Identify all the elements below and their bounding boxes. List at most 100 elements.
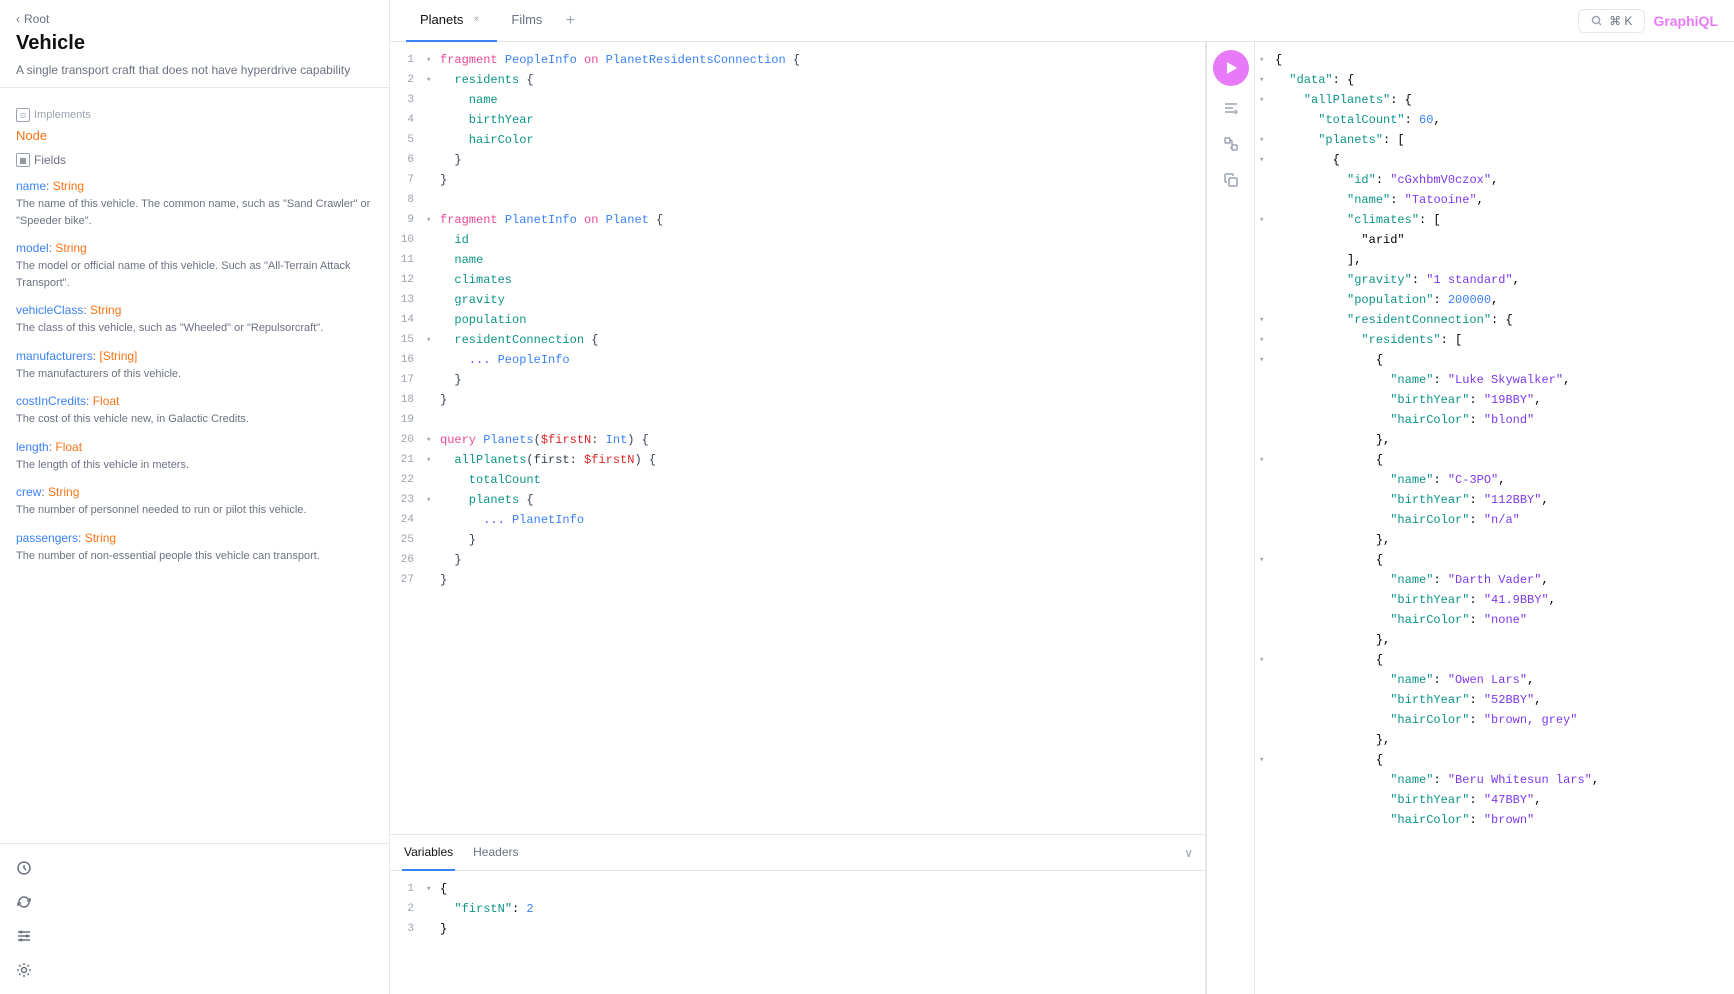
field-type-link[interactable]: String xyxy=(55,241,86,255)
breadcrumb-label: Root xyxy=(24,12,49,26)
result-line: ▾ "residentConnection": { xyxy=(1255,310,1734,330)
result-content: "hairColor": "brown, grey" xyxy=(1275,710,1730,730)
variables-panel: Variables Headers ∨ 1▾{2 "firstN": 23 } xyxy=(390,834,1205,994)
line-toggle[interactable]: ▾ xyxy=(426,450,440,470)
field-type-link[interactable]: Float xyxy=(93,394,120,408)
history-button[interactable] xyxy=(8,852,40,884)
breadcrumb[interactable]: ‹ Root xyxy=(16,12,373,26)
tab-films[interactable]: Films xyxy=(497,0,556,42)
field-type-link[interactable]: [String] xyxy=(99,349,137,363)
variables-content[interactable]: 1▾{2 "firstN": 23 } xyxy=(390,871,1205,994)
result-panel: ▾{▾ "data": {▾ "allPlanets": { "totalCou… xyxy=(1254,42,1734,994)
result-content: "population": 200000, xyxy=(1275,290,1730,310)
sidebar-bottom xyxy=(0,843,389,994)
result-content: { xyxy=(1275,350,1730,370)
result-line: "birthYear": "47BBY", xyxy=(1255,790,1734,810)
field-type-link[interactable]: Float xyxy=(55,440,82,454)
line-content: } xyxy=(440,390,1205,410)
field-type-link[interactable]: String xyxy=(48,485,79,499)
result-toggle[interactable]: ▾ xyxy=(1259,550,1275,570)
field-desc-length: The length of this vehicle in meters. xyxy=(16,457,373,474)
field-type-link[interactable]: String xyxy=(85,531,116,545)
tab-headers[interactable]: Headers xyxy=(471,835,520,871)
tab-variables[interactable]: Variables xyxy=(402,835,455,871)
line-toggle[interactable]: ▾ xyxy=(426,430,440,450)
line-content: } xyxy=(440,370,1205,390)
topbar: Planets × Films + ⌘ K GraphiQL xyxy=(390,0,1734,42)
result-toggle[interactable]: ▾ xyxy=(1259,750,1275,770)
line-number: 26 xyxy=(390,550,426,570)
result-line: "arid" xyxy=(1255,230,1734,250)
search-button[interactable]: ⌘ K xyxy=(1578,9,1645,33)
result-toggle[interactable]: ▾ xyxy=(1259,70,1275,90)
field-name-link[interactable]: costInCredits xyxy=(16,394,86,408)
line-content: name xyxy=(440,90,1205,110)
search-shortcut: ⌘ K xyxy=(1609,14,1632,28)
result-line: ▾{ xyxy=(1255,50,1734,70)
plugins-button[interactable] xyxy=(8,920,40,952)
result-content: "name": "Luke Skywalker", xyxy=(1275,370,1730,390)
line-toggle[interactable]: ▾ xyxy=(426,330,440,350)
line-content: fragment PeopleInfo on PlanetResidentsCo… xyxy=(440,50,1205,70)
line-toggle[interactable]: ▾ xyxy=(426,70,440,90)
line-content: climates xyxy=(440,270,1205,290)
page-description: A single transport craft that does not h… xyxy=(16,61,373,79)
result-toggle[interactable]: ▾ xyxy=(1259,210,1275,230)
result-content: "id": "cGxhbmV0czox", xyxy=(1275,170,1730,190)
field-name-link[interactable]: crew xyxy=(16,485,41,499)
result-line: "hairColor": "n/a" xyxy=(1255,510,1734,530)
page-title: Vehicle xyxy=(16,32,373,55)
field-type-link[interactable]: String xyxy=(90,303,121,317)
field-item-model: model: StringThe model or official name … xyxy=(16,241,373,291)
result-content: { xyxy=(1275,50,1730,70)
field-name-link[interactable]: model xyxy=(16,241,49,255)
tab-planets[interactable]: Planets × xyxy=(406,0,497,42)
merge-button[interactable] xyxy=(1217,130,1245,158)
fields-list: name: StringThe name of this vehicle. Th… xyxy=(16,179,373,564)
field-name-link[interactable]: vehicleClass xyxy=(16,303,83,317)
result-toggle[interactable]: ▾ xyxy=(1259,150,1275,170)
prettify-button[interactable] xyxy=(1217,94,1245,122)
field-name-link[interactable]: name xyxy=(16,179,46,193)
result-toggle[interactable]: ▾ xyxy=(1259,130,1275,150)
code-line: 22 totalCount xyxy=(390,470,1205,490)
line-toggle[interactable]: ▾ xyxy=(426,210,440,230)
line-toggle[interactable]: ▾ xyxy=(426,50,440,70)
result-toggle[interactable]: ▾ xyxy=(1259,650,1275,670)
result-toggle[interactable]: ▾ xyxy=(1259,450,1275,470)
settings-button[interactable] xyxy=(8,954,40,986)
refresh-button[interactable] xyxy=(8,886,40,918)
result-line: "birthYear": "112BBY", xyxy=(1255,490,1734,510)
line-number: 22 xyxy=(390,470,426,490)
field-name-link[interactable]: passengers xyxy=(16,531,78,545)
result-content: "planets": [ xyxy=(1275,130,1730,150)
result-toggle[interactable]: ▾ xyxy=(1259,330,1275,350)
line-content: gravity xyxy=(440,290,1205,310)
line-number: 5 xyxy=(390,130,426,150)
tab-add-button[interactable]: + xyxy=(556,7,584,35)
tab-planets-close[interactable]: × xyxy=(469,13,483,27)
variables-chevron[interactable]: ∨ xyxy=(1184,846,1193,860)
result-toggle[interactable]: ▾ xyxy=(1259,350,1275,370)
result-toggle[interactable]: ▾ xyxy=(1259,310,1275,330)
run-button[interactable] xyxy=(1213,50,1249,86)
code-editor-content[interactable]: 1▾fragment PeopleInfo on PlanetResidents… xyxy=(390,42,1205,834)
field-name-link[interactable]: length xyxy=(16,440,49,454)
line-toggle[interactable]: ▾ xyxy=(426,879,440,899)
field-name-model: model: String xyxy=(16,241,373,255)
result-toggle[interactable]: ▾ xyxy=(1259,50,1275,70)
prettify-icon xyxy=(1223,100,1239,116)
result-content: }, xyxy=(1275,730,1730,750)
copy-button[interactable] xyxy=(1217,166,1245,194)
field-name-link[interactable]: manufacturers xyxy=(16,349,93,363)
variable-line: 2 "firstN": 2 xyxy=(390,899,1205,919)
field-type-link[interactable]: String xyxy=(53,179,84,193)
result-toggle[interactable]: ▾ xyxy=(1259,90,1275,110)
line-content: } xyxy=(440,170,1205,190)
line-toggle[interactable]: ▾ xyxy=(426,490,440,510)
code-line: 8 xyxy=(390,190,1205,210)
breadcrumb-arrow: ‹ xyxy=(16,12,20,26)
implements-node-link[interactable]: Node xyxy=(16,128,373,143)
code-line: 26 } xyxy=(390,550,1205,570)
code-line: 10 id xyxy=(390,230,1205,250)
